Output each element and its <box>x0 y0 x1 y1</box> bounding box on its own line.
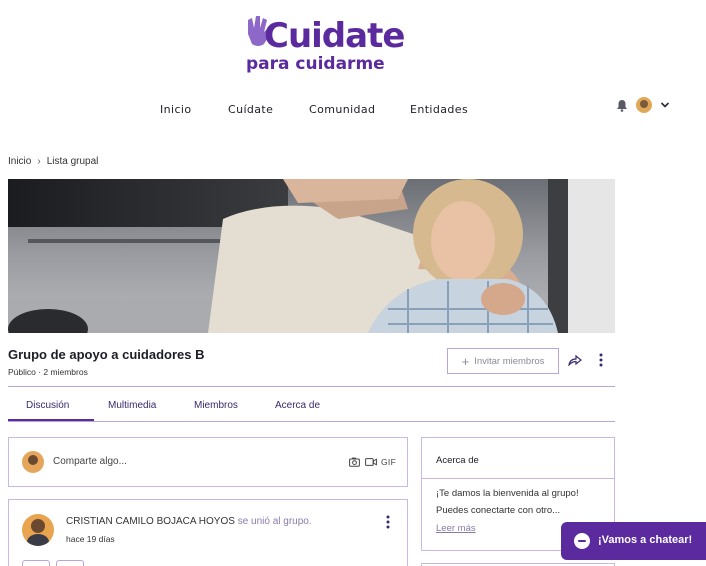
breadcrumb-inicio[interactable]: Inicio <box>8 156 31 167</box>
group-tabs: Discusión Multimedia Miembros Acerca de <box>8 387 615 421</box>
tab-acerca-de[interactable]: Acerca de <box>275 400 320 411</box>
divider <box>8 421 615 422</box>
about-title: Acerca de <box>436 455 479 466</box>
chat-label: ¡Vamos a chatear! <box>598 534 693 546</box>
gif-button[interactable]: GIF <box>381 457 396 467</box>
brand-logo[interactable]: Cuidate para cuidarme <box>240 10 405 76</box>
nav-item-inicio[interactable]: Inicio <box>160 103 192 116</box>
chat-button[interactable]: ¡Vamos a chatear! <box>561 522 706 560</box>
bell-icon[interactable] <box>616 99 628 112</box>
camera-icon[interactable] <box>349 457 360 467</box>
group-meta: Público · 2 miembros <box>8 367 88 377</box>
post-author[interactable]: CRISTIAN CAMILO BOJACA HOYOS <box>66 516 235 527</box>
feed-post: CRISTIAN CAMILO BOJACA HOYOS se unió al … <box>8 499 408 566</box>
group-title: Grupo de apoyo a cuidadores B <box>8 347 205 362</box>
plus-icon: + <box>461 353 470 369</box>
nav-item-cuidate[interactable]: Cuídate <box>228 103 273 116</box>
like-button[interactable] <box>22 560 50 566</box>
nav-item-entidades[interactable]: Entidades <box>410 103 468 116</box>
comment-button[interactable] <box>56 560 84 566</box>
about-text: ¡Te damos la bienvenida al grupo! <box>436 488 579 499</box>
avatar[interactable] <box>636 97 652 113</box>
chevron-right-icon: › <box>37 156 41 167</box>
main-nav: Inicio Cuídate Comunidad Entidades <box>0 103 706 119</box>
nav-item-comunidad[interactable]: Comunidad <box>309 103 375 116</box>
user-menu <box>616 96 672 116</box>
brand-tagline: para cuidarme <box>246 54 385 74</box>
composer-input[interactable]: Comparte algo... <box>53 456 127 467</box>
chevron-down-icon[interactable] <box>660 100 670 110</box>
post-action: se unió al grupo. <box>237 516 312 527</box>
post-timestamp: hace 19 días <box>66 534 115 544</box>
breadcrumb-current: Lista grupal <box>46 156 99 167</box>
read-more-link[interactable]: Leer más <box>436 523 476 534</box>
invite-members-button[interactable]: + Invitar miembros <box>447 348 559 374</box>
group-cover-image <box>8 179 615 333</box>
invite-members-label: Invitar miembros <box>474 355 545 367</box>
tab-miembros[interactable]: Miembros <box>194 400 238 411</box>
tab-discusion[interactable]: Discusión <box>26 400 69 411</box>
post-header: CRISTIAN CAMILO BOJACA HOYOS se unió al … <box>66 516 312 527</box>
share-icon[interactable] <box>568 354 582 366</box>
video-icon[interactable] <box>365 457 377 467</box>
brand-name: Cuidate <box>264 16 405 56</box>
more-vertical-icon[interactable] <box>599 353 603 367</box>
tab-multimedia[interactable]: Multimedia <box>108 400 156 411</box>
about-text: Puedes conectarte con otro... <box>436 505 561 516</box>
divider <box>422 478 614 479</box>
breadcrumb: Inicio › Lista grupal <box>8 156 98 167</box>
composer-actions: GIF <box>349 457 409 469</box>
chat-bubble-icon <box>574 533 590 549</box>
avatar <box>22 451 44 473</box>
more-vertical-icon[interactable] <box>386 515 390 529</box>
avatar[interactable] <box>22 514 54 546</box>
post-composer[interactable]: Comparte algo... GIF <box>8 437 408 487</box>
